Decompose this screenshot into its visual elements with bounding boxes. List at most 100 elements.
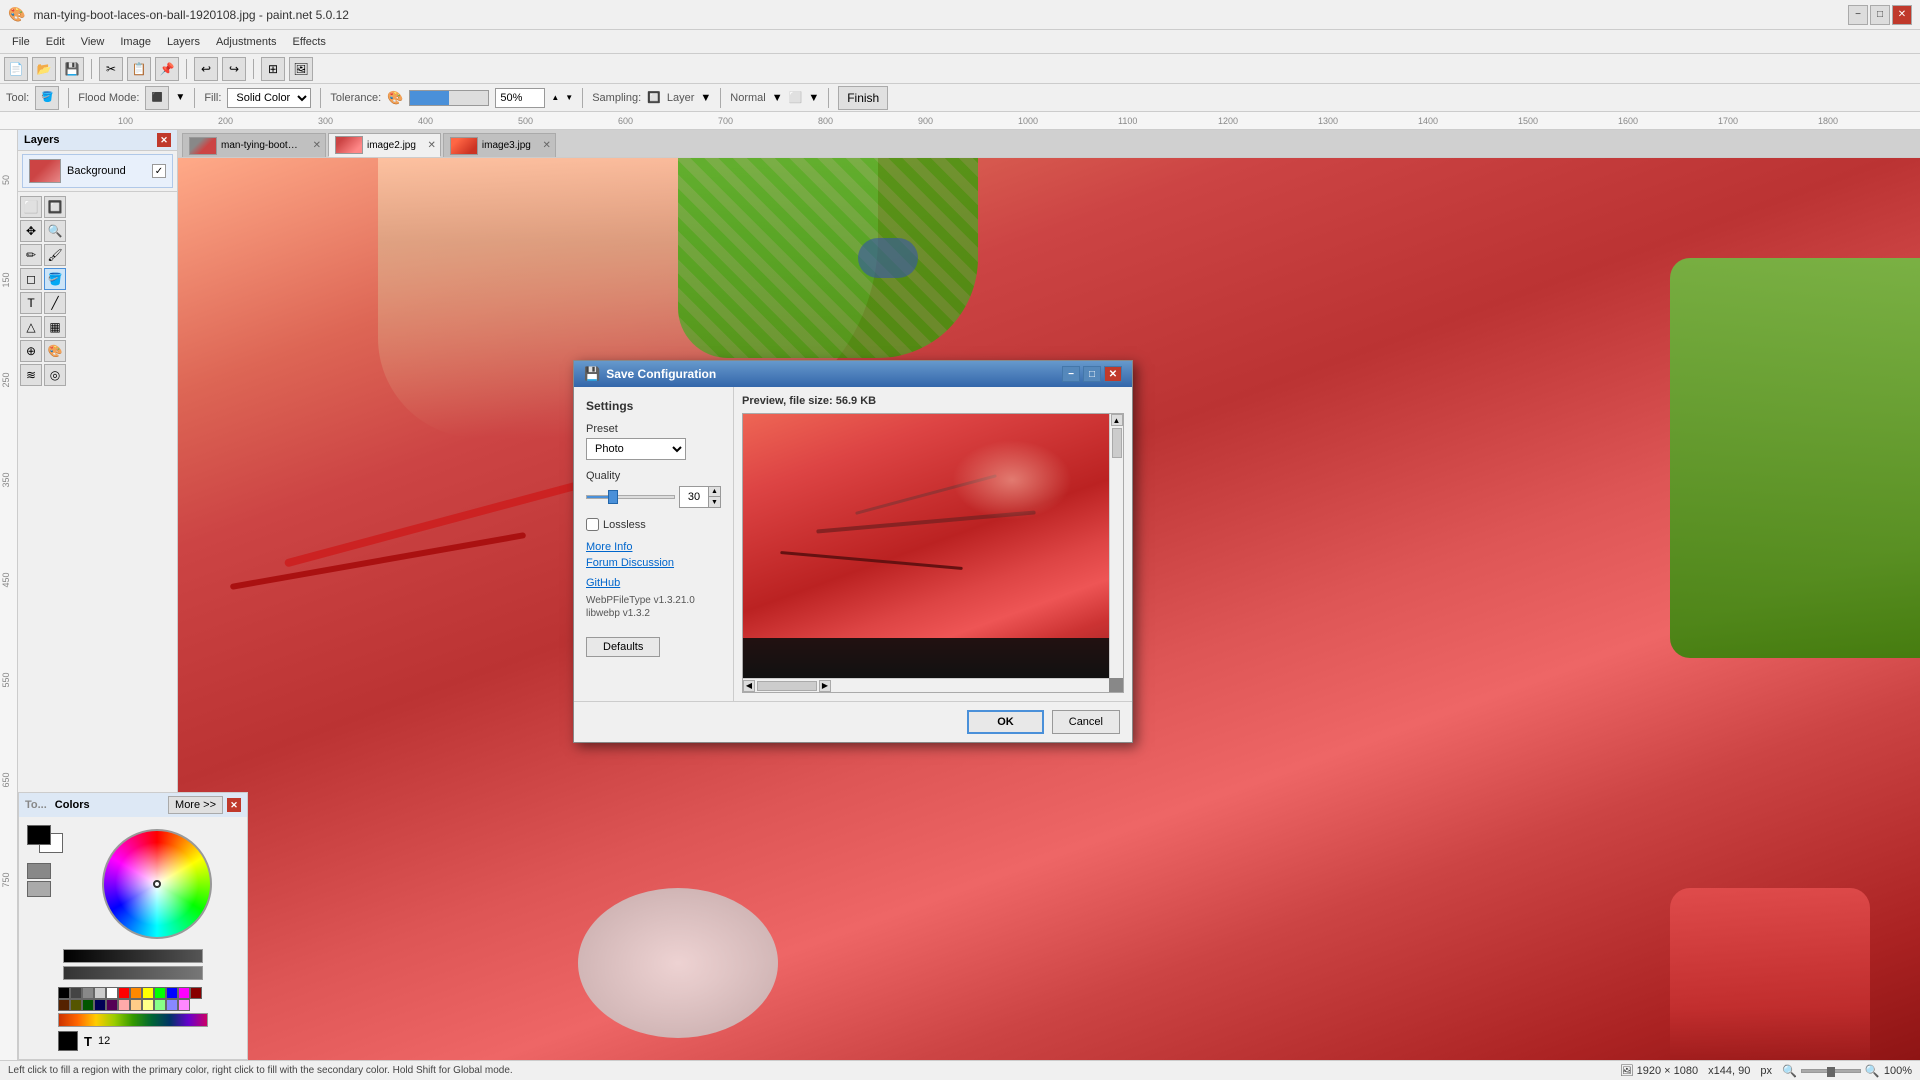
- palette-gradient-row[interactable]: [58, 1013, 208, 1027]
- fill-tool active[interactable]: 🪣: [44, 268, 66, 290]
- blur-tool[interactable]: ◎: [44, 364, 66, 386]
- palette-swatch-cream[interactable]: [142, 999, 154, 1011]
- palette-swatch-navy[interactable]: [94, 999, 106, 1011]
- ok-button[interactable]: OK: [967, 710, 1044, 734]
- select-rect-tool[interactable]: ⬜: [20, 196, 42, 218]
- menu-edit[interactable]: Edit: [38, 34, 73, 50]
- layers-close-button[interactable]: ✕: [157, 133, 171, 147]
- quality-spinner-up[interactable]: ▲: [708, 487, 720, 497]
- palette-swatch-blue[interactable]: [166, 987, 178, 999]
- palette-swatch-purple[interactable]: [106, 999, 118, 1011]
- palette-swatch-dark[interactable]: [70, 987, 82, 999]
- tolerance-arrow-up[interactable]: ▲: [551, 93, 559, 102]
- flood-fill-tool[interactable]: 🪣: [35, 86, 59, 110]
- palette-swatch-lpink[interactable]: [178, 999, 190, 1011]
- pencil-tool[interactable]: ✏: [20, 244, 42, 266]
- palette-swatch-gray[interactable]: [82, 987, 94, 999]
- palette-swatch-lblue[interactable]: [166, 999, 178, 1011]
- dialog-close-button[interactable]: ✕: [1104, 366, 1122, 382]
- gradient-tool[interactable]: ▦: [44, 316, 66, 338]
- more-button[interactable]: More >>: [168, 796, 223, 814]
- palette-swatch-lgreen[interactable]: [154, 999, 166, 1011]
- quality-spinner-down[interactable]: ▼: [708, 497, 720, 507]
- finish-button[interactable]: Finish: [838, 86, 888, 110]
- palette-swatch-magenta[interactable]: [178, 987, 190, 999]
- mode-extra-arrow[interactable]: ▼: [808, 92, 819, 104]
- clone-stamp-tool[interactable]: ⊕: [20, 340, 42, 362]
- palette-swatch-darkred[interactable]: [190, 987, 202, 999]
- palette-swatch-black[interactable]: [58, 987, 70, 999]
- palette-swatch-red[interactable]: [118, 987, 130, 999]
- palette-swatch-green[interactable]: [154, 987, 166, 999]
- select-lasso-tool[interactable]: 🔲: [44, 196, 66, 218]
- quality-slider-thumb[interactable]: [608, 490, 618, 504]
- cancel-button[interactable]: Cancel: [1052, 710, 1120, 734]
- palette-swatch-peach[interactable]: [130, 999, 142, 1011]
- palette-swatch-pink[interactable]: [118, 999, 130, 1011]
- preset-select[interactable]: Photo Lossless Custom: [586, 438, 686, 460]
- dialog-minimize-button[interactable]: −: [1062, 366, 1080, 382]
- palette-swatch-yellow[interactable]: [142, 987, 154, 999]
- smudge-tool[interactable]: ≋: [20, 364, 42, 386]
- menu-adjustments[interactable]: Adjustments: [208, 34, 285, 50]
- palette-swatch-brown[interactable]: [58, 999, 70, 1011]
- tab-1[interactable]: man-tying-boot-laces... ✕: [182, 133, 326, 157]
- move-tool[interactable]: ✥: [20, 220, 42, 242]
- grid-button[interactable]: ⊞: [261, 57, 285, 81]
- quality-slider-track[interactable]: [586, 495, 675, 499]
- tab-2-close[interactable]: ✕: [428, 140, 436, 151]
- palette-swatch-olive[interactable]: [70, 999, 82, 1011]
- close-button[interactable]: ✕: [1892, 5, 1912, 25]
- line-tool[interactable]: ╱: [44, 292, 66, 314]
- layer-item[interactable]: Background ✓: [22, 154, 173, 188]
- zoom-in-button[interactable]: 🔍: [1865, 1064, 1880, 1078]
- scrollbar-v-thumb[interactable]: [1112, 428, 1122, 458]
- text-tool[interactable]: T: [20, 292, 42, 314]
- layer-visibility-checkbox[interactable]: ✓: [152, 164, 166, 178]
- tolerance-bar[interactable]: [409, 90, 489, 106]
- scrollbar-h-right[interactable]: ▶: [819, 680, 831, 692]
- defaults-button[interactable]: Defaults: [586, 637, 660, 657]
- palette-swatch-dgreen[interactable]: [82, 999, 94, 1011]
- tab-2[interactable]: image2.jpg ✕: [328, 133, 441, 157]
- recolor-tool[interactable]: 🎨: [44, 340, 66, 362]
- undo-button[interactable]: ↩: [194, 57, 218, 81]
- tab-1-close[interactable]: ✕: [313, 140, 321, 151]
- forum-discussion-link[interactable]: Forum Discussion: [586, 557, 721, 569]
- open-button[interactable]: 📂: [32, 57, 56, 81]
- menu-effects[interactable]: Effects: [285, 34, 334, 50]
- preview-scrollbar-horizontal[interactable]: ◀ ▶: [743, 678, 1109, 692]
- maximize-button[interactable]: □: [1870, 5, 1890, 25]
- copy-button[interactable]: 📋: [127, 57, 151, 81]
- save-button[interactable]: 💾: [60, 57, 84, 81]
- eraser-tool[interactable]: ◻: [20, 268, 42, 290]
- saturation-slider[interactable]: [63, 966, 203, 980]
- sampling-arrow[interactable]: ▼: [700, 92, 711, 104]
- hue-slider[interactable]: [63, 949, 203, 963]
- shape-tool[interactable]: △: [20, 316, 42, 338]
- cut-button[interactable]: ✂: [99, 57, 123, 81]
- palette-swatch-orange[interactable]: [130, 987, 142, 999]
- quality-input[interactable]: [680, 487, 708, 507]
- scrollbar-h-left[interactable]: ◀: [743, 680, 755, 692]
- dialog-maximize-button[interactable]: □: [1083, 366, 1101, 382]
- github-link[interactable]: GitHub: [586, 577, 721, 589]
- flood-mode-arrow[interactable]: ▼: [175, 92, 185, 103]
- menu-file[interactable]: File: [4, 34, 38, 50]
- paste-button[interactable]: 📌: [155, 57, 179, 81]
- tab-3-close[interactable]: ✕: [542, 140, 550, 151]
- brush-tool[interactable]: 🖌: [44, 244, 66, 266]
- lossless-checkbox[interactable]: [586, 518, 599, 531]
- tab-3[interactable]: image3.jpg ✕: [443, 133, 556, 157]
- palette-swatch-white[interactable]: [106, 987, 118, 999]
- new-button[interactable]: 📄: [4, 57, 28, 81]
- mode-arrow[interactable]: ▼: [772, 92, 783, 104]
- menu-view[interactable]: View: [73, 34, 113, 50]
- color-wheel[interactable]: [102, 829, 212, 939]
- text-color-swatch[interactable]: [58, 1031, 78, 1051]
- scrollbar-v-up[interactable]: ▲: [1111, 414, 1123, 426]
- menu-image[interactable]: Image: [112, 34, 159, 50]
- zoom-tool[interactable]: 🔍: [44, 220, 66, 242]
- zoom-out-button[interactable]: 🔍: [1782, 1064, 1797, 1078]
- minimize-button[interactable]: −: [1848, 5, 1868, 25]
